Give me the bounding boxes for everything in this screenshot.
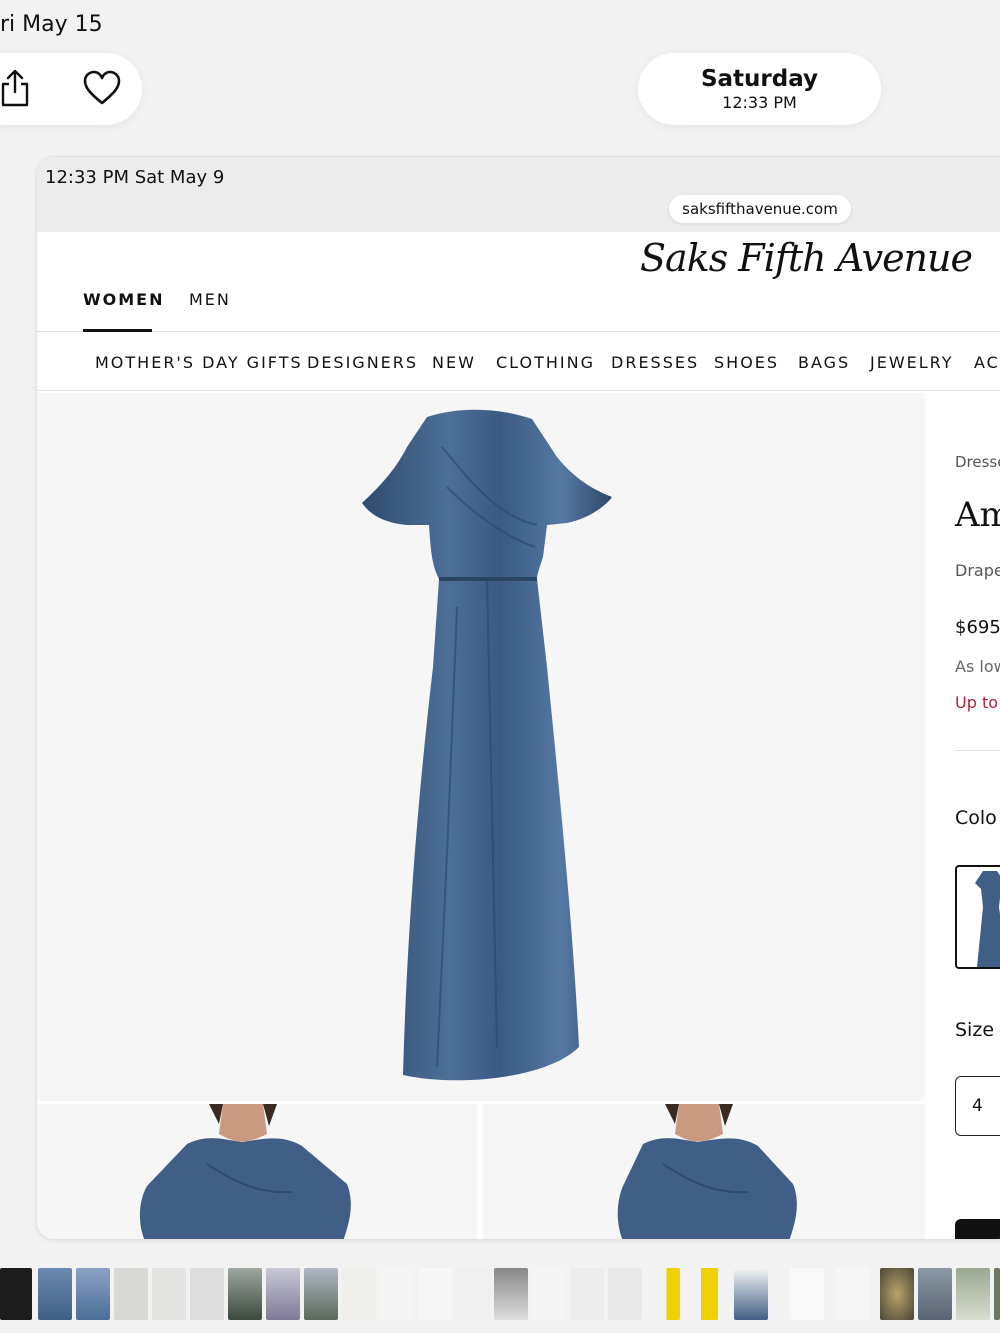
saks-logo[interactable]: Saks Fifth Avenue — [640, 236, 973, 280]
size-option-label: 4 — [972, 1096, 983, 1116]
photo-date-label: ri May 15 — [0, 12, 103, 37]
dress-image — [362, 409, 612, 1081]
screenshot-frame: 12:33 PM Sat May 9 saksfifthavenue.com S… — [36, 156, 1000, 1240]
filmstrip-thumbnail[interactable] — [228, 1268, 262, 1320]
nav-bags[interactable]: BAGS — [798, 353, 850, 372]
nav-new[interactable]: NEW — [432, 353, 476, 372]
filmstrip-thumbnail[interactable] — [836, 1268, 870, 1320]
product-main-image[interactable] — [37, 393, 925, 1101]
promo-text[interactable]: Up to — [955, 693, 998, 712]
tab-men[interactable]: MEN — [189, 290, 231, 309]
nav-accessories[interactable]: ACC — [974, 353, 1000, 372]
filmstrip-thumbnail[interactable] — [380, 1268, 414, 1320]
thumbnail-model-image — [617, 1104, 797, 1239]
filmstrip-thumbnail[interactable] — [190, 1268, 224, 1320]
filmstrip-thumbnail[interactable] — [456, 1268, 490, 1320]
size-label: Size — [955, 1019, 995, 1041]
filmstrip-thumbnail[interactable] — [994, 1268, 1000, 1320]
photo-time: 12:33 PM — [722, 93, 797, 112]
product-subtitle: Drape — [955, 561, 1000, 580]
nav-shoes[interactable]: SHOES — [714, 353, 779, 372]
filmstrip-thumbnail[interactable] — [646, 1268, 680, 1320]
filmstrip-thumbnail[interactable] — [76, 1268, 110, 1320]
filmstrip-thumbnail[interactable] — [570, 1268, 604, 1320]
filmstrip-thumbnail[interactable] — [114, 1268, 148, 1320]
filmstrip-thumbnail[interactable] — [0, 1268, 32, 1320]
photo-day: Saturday — [700, 66, 819, 92]
nav-designers[interactable]: DESIGNERS — [307, 353, 418, 372]
add-to-bag-button[interactable] — [955, 1219, 1000, 1239]
nav-jewelry[interactable]: JEWELRY — [870, 353, 954, 372]
product-name: Am — [955, 495, 1000, 535]
filmstrip-thumbnail[interactable] — [734, 1268, 768, 1320]
filmstrip-thumbnail[interactable] — [38, 1268, 72, 1320]
filmstrip-thumbnail[interactable] — [342, 1268, 376, 1320]
filmstrip-thumbnail[interactable] — [266, 1268, 300, 1320]
thumbnail-model-image — [140, 1104, 351, 1239]
filmstrip-thumbnail[interactable] — [918, 1268, 952, 1320]
status-bar: 12:33 PM Sat May 9 saksfifthavenue.com — [37, 157, 1000, 232]
filmstrip-thumbnail[interactable] — [152, 1268, 186, 1320]
filmstrip-thumbnail[interactable] — [956, 1268, 990, 1320]
photo-info-pill[interactable]: Saturday 12:33 PM — [638, 53, 881, 125]
product-details-panel: Dresse Am Drape $695 As low Up to Colo S… — [925, 393, 1000, 1239]
active-tab-underline — [83, 329, 152, 332]
url-bar[interactable]: saksfifthavenue.com — [669, 195, 851, 223]
filmstrip-thumbnail[interactable] — [418, 1268, 452, 1320]
color-label: Colo — [955, 807, 997, 829]
nav-mothers-day-gifts[interactable]: MOTHER'S DAY GIFTS — [95, 353, 303, 372]
site-header: Saks Fifth Avenue WOMEN MEN — [37, 232, 1000, 332]
share-icon[interactable] — [0, 68, 30, 108]
tab-women[interactable]: WOMEN — [83, 290, 165, 309]
product-price: $695 — [955, 617, 1000, 638]
breadcrumb[interactable]: Dresse — [955, 453, 1000, 471]
filmstrip-thumbnail[interactable] — [608, 1268, 642, 1320]
filmstrip-thumbnail[interactable] — [684, 1268, 718, 1320]
filmstrip-thumbnail[interactable] — [304, 1268, 338, 1320]
heart-icon[interactable] — [83, 70, 121, 106]
installment-text: As low — [955, 657, 1000, 676]
filmstrip-thumbnail[interactable] — [532, 1268, 566, 1320]
color-swatch[interactable] — [955, 865, 1000, 969]
filmstrip-thumbnail[interactable] — [790, 1268, 824, 1320]
filmstrip-thumbnail[interactable] — [494, 1268, 528, 1320]
nav-clothing[interactable]: CLOTHING — [496, 353, 595, 372]
category-nav: MOTHER'S DAY GIFTS DESIGNERS NEW CLOTHIN… — [37, 333, 1000, 391]
size-option[interactable]: 4 — [955, 1076, 1000, 1136]
divider — [955, 750, 1000, 751]
nav-dresses[interactable]: DRESSES — [611, 353, 699, 372]
photo-filmstrip — [0, 1268, 1000, 1320]
product-thumbnail[interactable] — [483, 1104, 925, 1239]
swatch-dress-image — [975, 871, 1000, 967]
filmstrip-thumbnail[interactable] — [880, 1268, 914, 1320]
status-time-date: 12:33 PM Sat May 9 — [45, 167, 225, 188]
product-thumbnail[interactable] — [37, 1104, 477, 1239]
